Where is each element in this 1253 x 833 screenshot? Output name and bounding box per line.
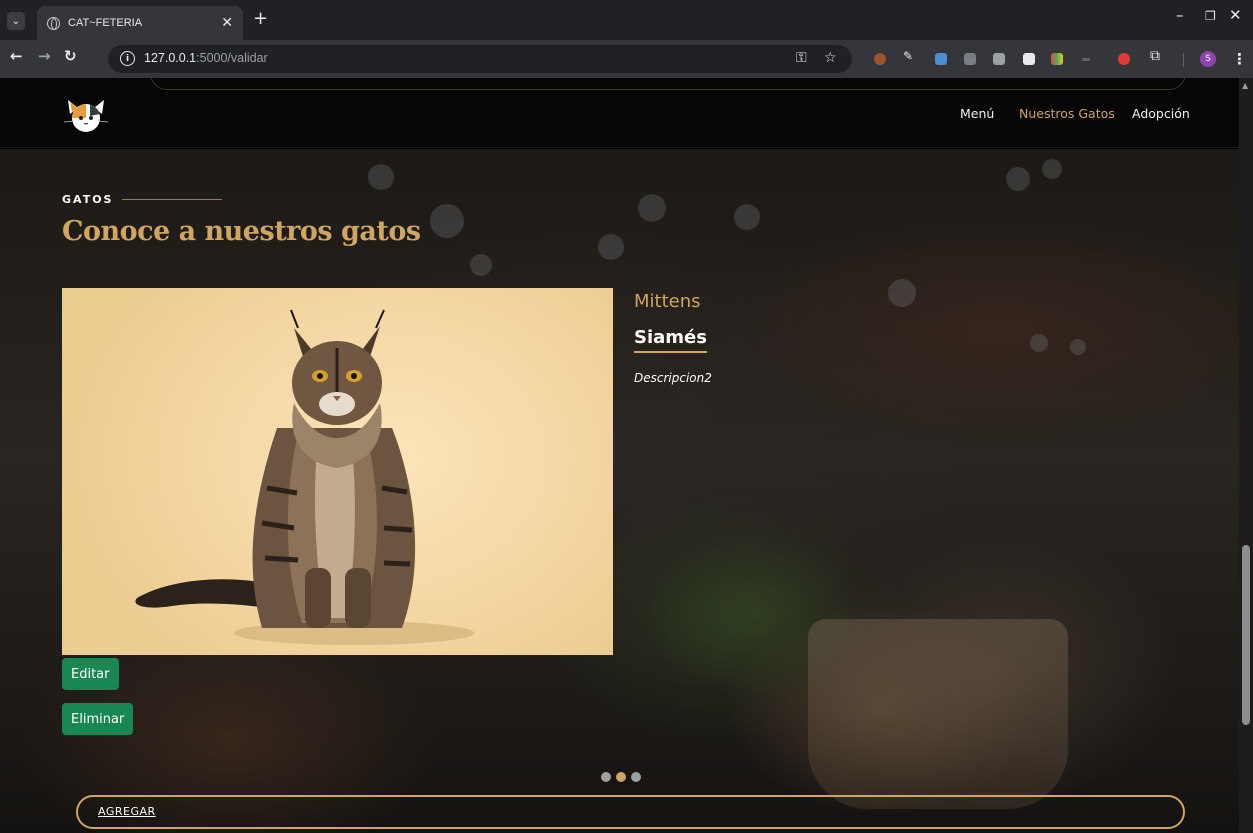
bokeh-light xyxy=(1030,334,1048,352)
address-bar[interactable]: i 127.0.0.1:5000/validar ⚿ ☆ xyxy=(108,45,852,73)
bokeh-light xyxy=(638,194,666,222)
eyedropper-icon[interactable]: ✎ xyxy=(903,49,915,63)
url-path: :5000/validar xyxy=(196,51,268,65)
delete-button[interactable]: Eliminar xyxy=(62,703,134,735)
browser-tab[interactable]: CAT~FETERIA ✕ xyxy=(37,6,243,40)
bokeh-light xyxy=(1006,167,1030,191)
carousel-dot-active[interactable] xyxy=(616,772,626,782)
nav-link-menu[interactable]: Menú xyxy=(960,106,994,121)
bokeh-light xyxy=(1070,339,1086,355)
add-bar[interactable]: AGREGAR xyxy=(76,795,1185,829)
scroll-thumb[interactable] xyxy=(1242,545,1250,725)
browser-menu-icon[interactable]: ⋮ xyxy=(1232,50,1247,68)
bokeh-light xyxy=(598,234,624,260)
extension-icon[interactable] xyxy=(874,53,886,65)
bokeh-light xyxy=(734,204,760,230)
add-link[interactable]: AGREGAR xyxy=(98,805,156,818)
new-tab-icon[interactable]: + xyxy=(253,10,268,28)
bokeh-light xyxy=(888,279,916,307)
scroll-up-icon[interactable]: ▲ xyxy=(1242,81,1248,90)
extension-icon[interactable] xyxy=(1082,58,1090,61)
maine-coon-cat-image xyxy=(135,309,474,645)
browser-tabstrip: ⌄ CAT~FETERIA ✕ + – ❐ ✕ xyxy=(0,0,1253,40)
extension-icon[interactable] xyxy=(964,53,976,65)
site-navbar: Menú Nuestros Gatos Adopción xyxy=(0,78,1239,148)
kicker-divider xyxy=(122,199,222,200)
page-scrollbar[interactable]: ▲ xyxy=(1239,78,1253,833)
bokeh-light xyxy=(470,254,492,276)
bokeh-light xyxy=(368,164,394,190)
password-key-icon[interactable]: ⚿ xyxy=(796,50,807,66)
url-host: 127.0.0.1 xyxy=(144,51,197,65)
carousel-dot[interactable] xyxy=(601,772,611,782)
back-arrow-icon[interactable]: ← xyxy=(10,49,23,64)
navbar-search-pill xyxy=(150,78,1186,90)
site-info-icon[interactable]: i xyxy=(120,51,135,66)
cat-name: Mittens xyxy=(634,291,701,312)
extension-icon[interactable] xyxy=(1051,53,1063,65)
bokeh-light xyxy=(1042,159,1062,179)
url-text[interactable]: 127.0.0.1:5000/validar xyxy=(144,51,268,65)
browser-toolbar: ← → ↻ i 127.0.0.1:5000/validar ⚿ ☆ ✎ ⧉ S… xyxy=(0,40,1253,78)
bokeh-light xyxy=(430,204,464,238)
page-viewport: Menú Nuestros Gatos Adopción GATOS Conoc… xyxy=(0,78,1253,833)
forward-arrow-icon[interactable]: → xyxy=(38,49,51,64)
toolbar-divider xyxy=(1183,53,1184,67)
nav-link-nuestros-gatos[interactable]: Nuestros Gatos xyxy=(1019,106,1115,121)
cat-breed: Siamés xyxy=(634,327,707,353)
cat-photo xyxy=(62,288,613,655)
extension-icon[interactable] xyxy=(993,53,1005,65)
section-title: Conoce a nuestros gatos xyxy=(62,216,421,247)
restore-icon[interactable]: ❐ xyxy=(1205,10,1216,22)
cat-description: Descripcion2 xyxy=(634,371,712,385)
section-kicker: GATOS xyxy=(62,193,114,206)
minimize-icon[interactable]: – xyxy=(1176,8,1184,23)
extension-icon[interactable] xyxy=(1023,53,1035,65)
globe-icon xyxy=(47,16,60,30)
close-tab-icon[interactable]: ✕ xyxy=(221,16,233,30)
carousel-indicators xyxy=(601,772,641,782)
tab-title: CAT~FETERIA xyxy=(68,17,143,29)
tab-search-icon[interactable]: ⌄ xyxy=(7,12,25,30)
extension-icon[interactable] xyxy=(1118,53,1130,65)
extensions-puzzle-icon[interactable]: ⧉ xyxy=(1150,48,1162,64)
cat-logo-icon[interactable] xyxy=(60,90,112,136)
reload-icon[interactable]: ↻ xyxy=(64,49,77,64)
extension-icon[interactable] xyxy=(935,53,947,65)
profile-avatar[interactable]: S xyxy=(1200,51,1216,67)
background-cup xyxy=(808,619,1068,809)
bookmark-star-icon[interactable]: ☆ xyxy=(824,50,837,66)
edit-button[interactable]: Editar xyxy=(62,658,119,690)
nav-link-adopcion[interactable]: Adopción xyxy=(1132,106,1190,121)
window-close-icon[interactable]: ✕ xyxy=(1229,8,1242,23)
carousel-dot[interactable] xyxy=(631,772,641,782)
